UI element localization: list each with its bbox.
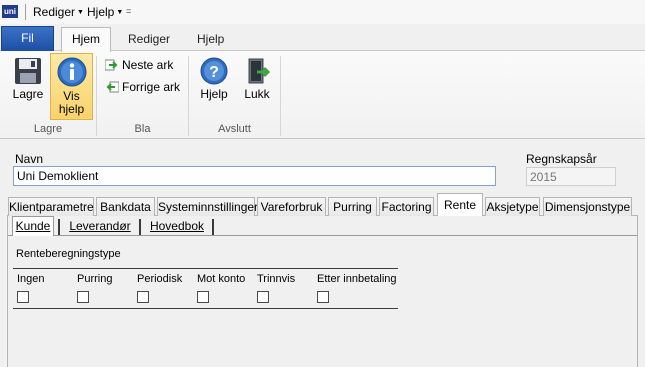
tab-vareforbruk[interactable]: Vareforbruk (257, 197, 326, 216)
regnskapsar-field (526, 167, 616, 186)
tab-purring[interactable]: Purring (328, 197, 377, 216)
menu-hjelp-label: Hjelp (87, 5, 115, 19)
dropdown-arrow-icon: ▼ (116, 9, 124, 16)
divider-bottom (13, 308, 398, 309)
vis-hjelp-button[interactable]: Vis hjelp (50, 53, 93, 120)
subtab-kunde[interactable]: Kunde (12, 216, 54, 236)
tab-rente[interactable]: Rente (437, 193, 483, 216)
checkbox-etter-innbetaling[interactable] (317, 291, 329, 303)
option-purring-label: Purring (77, 273, 113, 285)
subtab-separator (212, 219, 214, 235)
subtab-separator (58, 219, 60, 235)
forrige-ark-button[interactable]: Forrige ark (105, 80, 180, 94)
checkbox-trinnvis[interactable] (257, 291, 269, 303)
tab-rediger[interactable]: Rediger (128, 32, 170, 46)
neste-ark-label: Neste ark (122, 58, 174, 72)
lagre-button[interactable]: Lagre (8, 56, 48, 101)
exit-door-icon (248, 58, 271, 84)
menu-rediger-label: Rediger (33, 5, 76, 19)
forrige-ark-label: Forrige ark (122, 80, 181, 94)
tab-fil[interactable]: Fil (1, 26, 54, 51)
group-label-bla: Bla (134, 123, 151, 135)
group-separator (280, 56, 281, 136)
group-label-avslutt: Avslutt (218, 123, 251, 135)
menu-rediger[interactable]: Rediger ▼ (33, 5, 84, 19)
info-icon (57, 57, 86, 87)
option-periodisk-label: Periodisk (137, 273, 183, 285)
subtab-leverandor-label: Leverandør (69, 219, 131, 233)
option-mot-konto-label: Mot konto (197, 273, 246, 285)
save-icon (15, 58, 41, 84)
tab-aksjetype[interactable]: Aksjetype (485, 197, 540, 216)
group-label-lagre: Lagre (33, 123, 63, 135)
dropdown-arrow-icon: ▼ (77, 9, 84, 16)
svg-text:?: ? (209, 64, 219, 81)
subtab-separator (139, 219, 141, 235)
customize-quickbar-icon[interactable]: = (126, 6, 131, 16)
option-etter-innbetaling-label: Etter innbetaling (317, 273, 397, 285)
next-sheet-icon (105, 59, 118, 71)
option-trinnvis-label: Trinnvis (257, 273, 296, 285)
neste-ark-button[interactable]: Neste ark (105, 58, 173, 72)
checkbox-purring[interactable] (77, 291, 89, 303)
divider-top (13, 268, 398, 269)
hjelp-button[interactable]: ? Hjelp (195, 56, 233, 101)
option-ingen-label: Ingen (17, 273, 45, 285)
previous-sheet-icon (106, 81, 119, 93)
tab-hjem[interactable]: Hjem (61, 27, 111, 52)
lukk-button[interactable]: Lukk (239, 56, 275, 101)
tab-factoring[interactable]: Factoring (379, 197, 434, 216)
help-icon: ? (200, 57, 228, 85)
hjelp-label: Hjelp (200, 87, 228, 101)
renteberegningstype-label: Renteberegningstype (16, 248, 121, 260)
subtab-kunde-label: Kunde (15, 219, 51, 233)
lagre-label: Lagre (12, 87, 44, 101)
uni-logo: uni (2, 5, 18, 18)
checkbox-ingen[interactable] (17, 291, 29, 303)
menu-hjelp[interactable]: Hjelp ▼ (87, 5, 123, 19)
tab-hjelp[interactable]: Hjelp (197, 32, 224, 46)
subtab-hovedbok[interactable]: Hovedbok (145, 217, 209, 236)
navn-label: Navn (15, 152, 44, 166)
subtab-leverandor[interactable]: Leverandør (64, 217, 136, 236)
tab-bankdata[interactable]: Bankdata (96, 197, 155, 216)
checkbox-mot-konto[interactable] (197, 291, 209, 303)
lukk-label: Lukk (244, 87, 270, 101)
tab-dimensjonstype[interactable]: Dimensjonstype (543, 197, 632, 216)
regnskapsar-label: Regnskapsår (526, 152, 597, 166)
vis-hjelp-label-line2: hjelp (58, 102, 85, 116)
subtab-hovedbok-label: Hovedbok (149, 219, 205, 233)
subtab-baseline (8, 235, 637, 236)
tab-systeminnstillinger[interactable]: Systeminnstillinger (157, 197, 258, 216)
navn-field[interactable] (13, 166, 496, 186)
quickbar-separator (25, 4, 26, 20)
tab-klientparametre[interactable]: Klientparametre (8, 197, 94, 216)
checkbox-periodisk[interactable] (137, 291, 149, 303)
